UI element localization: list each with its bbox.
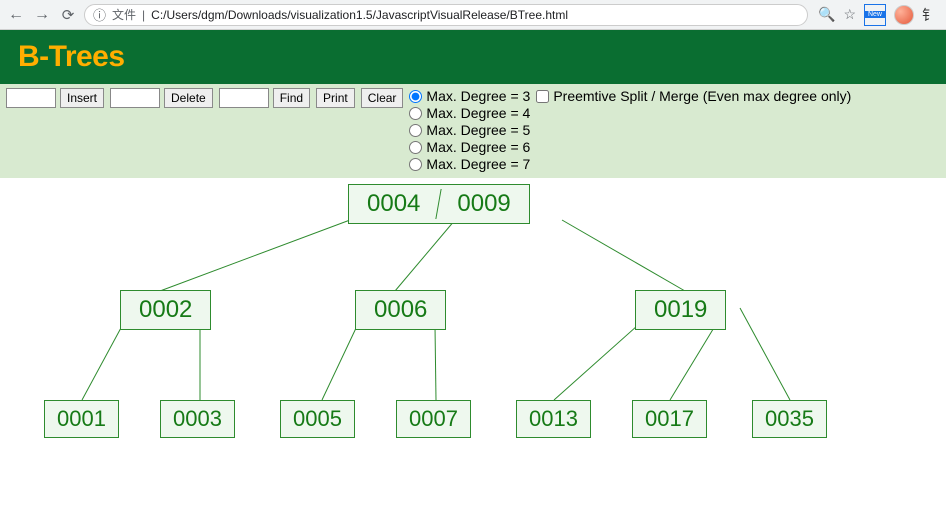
tree-leaf: 0017: [632, 400, 707, 438]
insert-input[interactable]: [6, 88, 56, 108]
find-button[interactable]: Find: [273, 88, 310, 108]
back-button[interactable]: ←: [6, 6, 26, 24]
tree-leaf: 0007: [396, 400, 471, 438]
degree-radio-group: Max. Degree = 3 Max. Degree = 4 Max. Deg…: [409, 88, 530, 172]
security-label: 文件: [112, 6, 136, 23]
url-text: C:/Users/dgm/Downloads/visualization1.5/…: [151, 8, 568, 22]
tree-node: 0019: [635, 290, 726, 330]
visualization-canvas: 0004 0009 0002 0006 0019 0001 0003 0005 …: [0, 178, 946, 513]
truncated-text: 钅: [922, 5, 936, 25]
tree-leaf: 0003: [160, 400, 235, 438]
tree-key: 0019: [636, 291, 725, 329]
profile-avatar[interactable]: [894, 5, 914, 25]
address-bar[interactable]: ⓘ 文件 | C:/Users/dgm/Downloads/visualizat…: [84, 4, 808, 26]
tree-key: 0007: [397, 401, 470, 437]
clear-button[interactable]: Clear: [361, 88, 404, 108]
info-icon: ⓘ: [93, 5, 106, 24]
zoom-icon[interactable]: 🔍: [818, 6, 835, 23]
tree-key: 0006: [356, 291, 445, 329]
tree-key: 0001: [45, 401, 118, 437]
tree-key: 0003: [161, 401, 234, 437]
degree-option-5[interactable]: Max. Degree = 5: [409, 122, 530, 138]
tree-node: 0002: [120, 290, 211, 330]
tree-leaf: 0001: [44, 400, 119, 438]
degree-option-7[interactable]: Max. Degree = 7: [409, 156, 530, 172]
controls-panel: Insert Delete Find Print Clear Max. Degr…: [0, 84, 946, 178]
preemptive-checkbox[interactable]: Preemtive Split / Merge (Even max degree…: [536, 88, 851, 104]
tree-key: 0013: [517, 401, 590, 437]
tree-key: 0035: [753, 401, 826, 437]
tree-leaf: 0013: [516, 400, 591, 438]
degree-option-3[interactable]: Max. Degree = 3: [409, 88, 530, 104]
page-title: B-Trees: [18, 40, 928, 74]
tree-leaf: 0035: [752, 400, 827, 438]
tree-key: 0002: [121, 291, 210, 329]
degree-option-6[interactable]: Max. Degree = 6: [409, 139, 530, 155]
tree-key: 0017: [633, 401, 706, 437]
forward-button[interactable]: →: [32, 6, 52, 24]
bookmark-star-icon[interactable]: ☆: [843, 6, 856, 23]
delete-input[interactable]: [110, 88, 160, 108]
insert-button[interactable]: Insert: [60, 88, 104, 108]
delete-button[interactable]: Delete: [164, 88, 213, 108]
tree-key: 0004: [349, 185, 438, 223]
degree-option-4[interactable]: Max. Degree = 4: [409, 105, 530, 121]
browser-toolbar: ← → ⟳ ⓘ 文件 | C:/Users/dgm/Downloads/visu…: [0, 0, 946, 30]
extension-badge[interactable]: New: [864, 4, 886, 26]
tree-edges: [0, 178, 946, 513]
print-button[interactable]: Print: [316, 88, 355, 108]
find-input[interactable]: [219, 88, 269, 108]
tree-node-root: 0004 0009: [348, 184, 530, 224]
tree-node: 0006: [355, 290, 446, 330]
tree-key: 0005: [281, 401, 354, 437]
reload-button[interactable]: ⟳: [58, 6, 78, 24]
tree-leaf: 0005: [280, 400, 355, 438]
tree-key: 0009: [439, 185, 528, 223]
page-banner: B-Trees: [0, 30, 946, 84]
